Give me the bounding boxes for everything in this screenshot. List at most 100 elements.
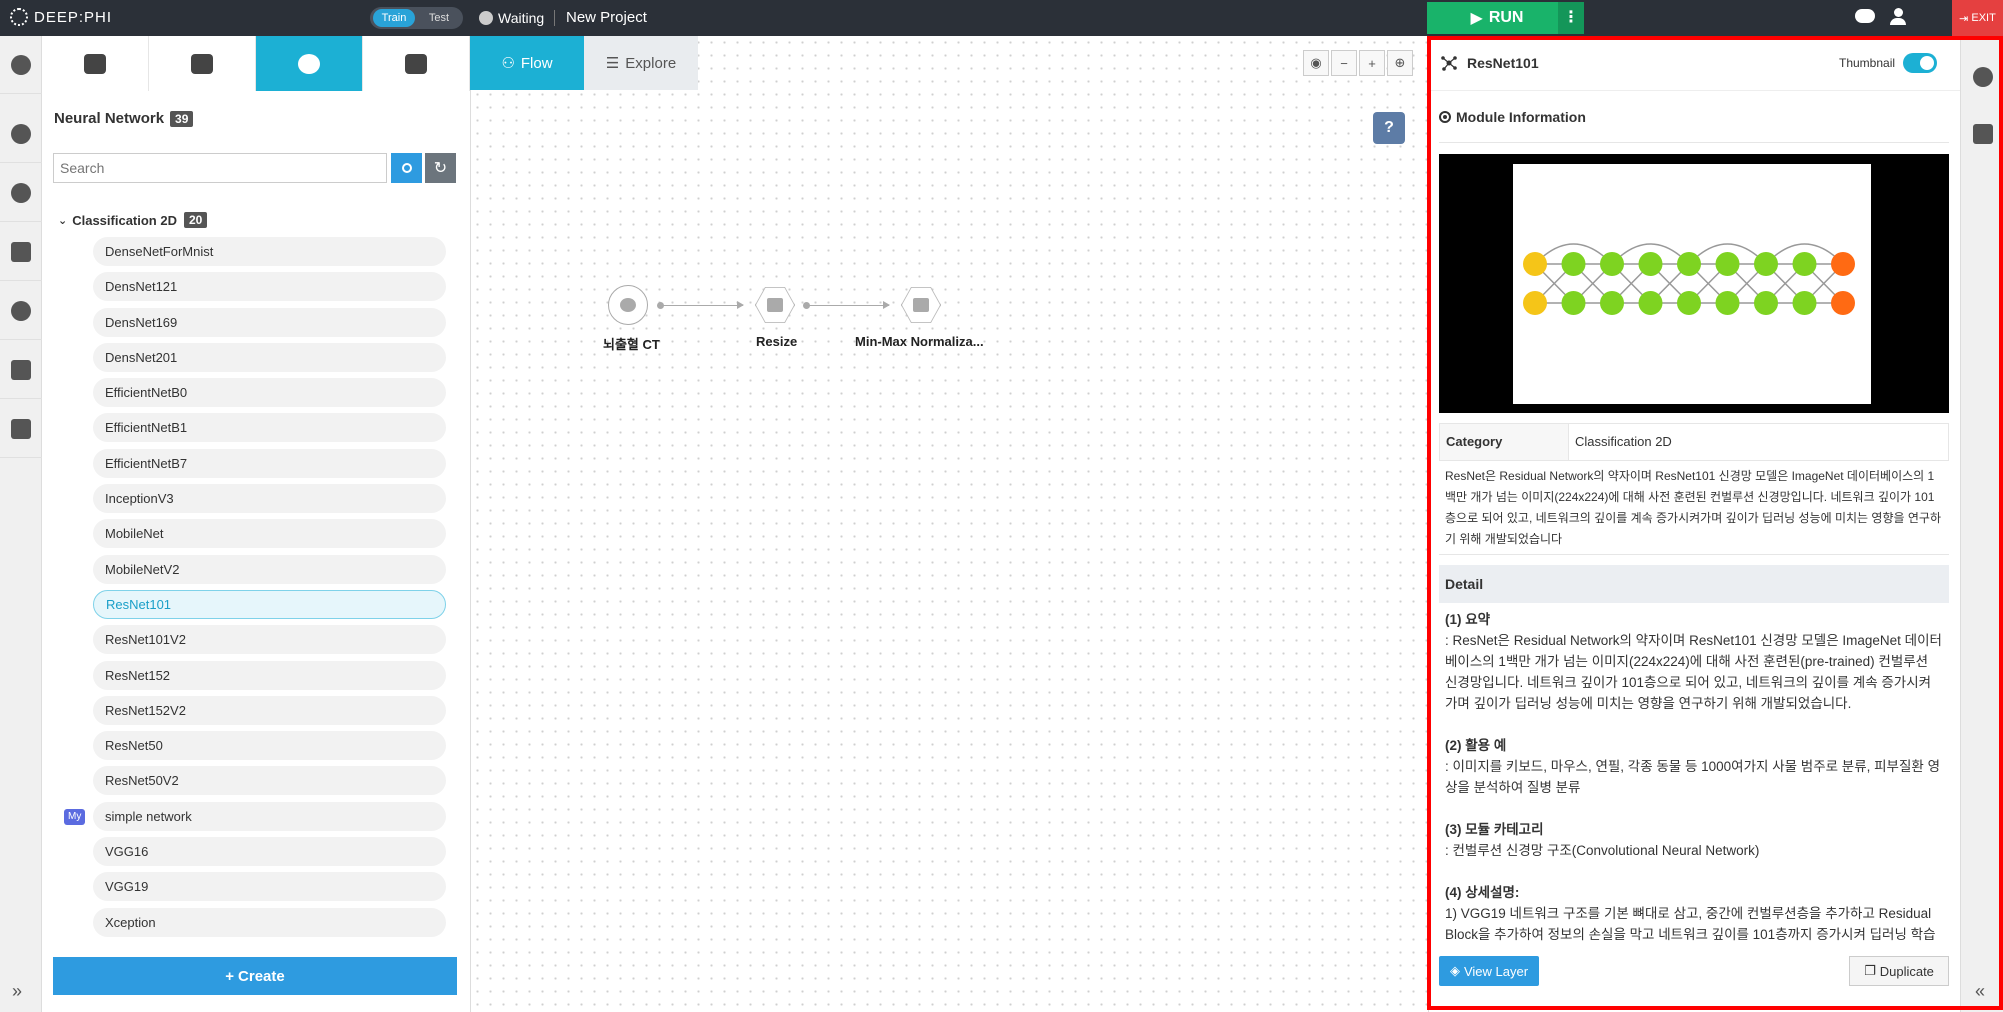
mode-train[interactable]: Train — [373, 9, 415, 27]
zoom-in-icon[interactable]: + — [1359, 50, 1385, 76]
zoom-out-icon[interactable]: − — [1331, 50, 1357, 76]
detail-text: 1) VGG19 네트워크 구조를 기본 뼈대로 삼고, 중간에 컨벌루션층을 … — [1445, 906, 1936, 942]
node-shape — [608, 285, 648, 325]
project-name[interactable]: New Project — [566, 9, 647, 26]
zoom-controls: ◉ − + ⊕ — [1303, 50, 1413, 76]
mode-test[interactable]: Test — [418, 9, 460, 27]
tab-tools[interactable] — [363, 36, 470, 91]
list-item[interactable]: ResNet101 — [93, 589, 446, 619]
group-header[interactable]: ⌄ Classification 2D 20 — [58, 212, 208, 228]
rrail-info[interactable] — [1961, 49, 2003, 104]
node-inner — [756, 287, 794, 323]
exit-button[interactable]: ⇥ EXIT — [1952, 0, 2003, 36]
list-item[interactable]: ResNet152 — [93, 660, 446, 690]
detail-section: (2) 활용 예: 이미지를 키보드, 마우스, 연필, 각종 동물 등 100… — [1445, 735, 1943, 798]
collapse-icon[interactable]: « — [1975, 981, 1985, 1002]
flow-node-resize[interactable] — [754, 284, 796, 326]
diagram-node — [1677, 252, 1701, 276]
module-description: ResNet은 Residual Network의 약자이며 ResNet101… — [1439, 466, 1949, 555]
list-item[interactable]: DensNet201 — [93, 342, 446, 372]
flow-edge — [661, 301, 744, 309]
rail-info[interactable] — [0, 282, 42, 340]
network-icon — [1441, 56, 1457, 71]
flow-node-dataset[interactable] — [607, 284, 649, 326]
list-item[interactable]: DensNet169 — [93, 307, 446, 337]
detail-text: : 이미지를 키보드, 마우스, 연필, 각종 동물 등 1000여가지 사물 … — [1445, 759, 1940, 795]
search-input[interactable] — [53, 153, 387, 183]
flow-node-normalize[interactable] — [900, 284, 942, 326]
list-item[interactable]: simple network My — [64, 801, 446, 831]
diagram-node — [1715, 291, 1740, 315]
list-item[interactable]: EfficientNetB0 — [93, 378, 446, 408]
upload-icon — [11, 241, 31, 262]
my-tag: My — [64, 808, 86, 825]
list-item[interactable]: InceptionV3 — [93, 484, 446, 514]
rail-history[interactable] — [0, 164, 42, 222]
history-icon — [11, 182, 31, 203]
list-item-label: DensNet201 — [105, 349, 178, 365]
list-item-label: ResNet152 — [105, 667, 171, 683]
canvas-tabs: ⚇ Flow ☰ Explore — [470, 36, 698, 90]
list-item[interactable]: MobileNetV2 — [93, 554, 446, 584]
status-text: Waiting — [498, 10, 545, 26]
diagram-node — [1754, 252, 1778, 276]
view-layer-button[interactable]: ◈ View Layer — [1439, 956, 1539, 986]
tab-flow[interactable]: ⚇ Flow — [470, 36, 584, 90]
detail-section: (4) 상세설명: 1) VGG19 네트워크 구조를 기본 뼈대로 삼고, 중간… — [1445, 882, 1943, 945]
rail-user[interactable] — [0, 105, 42, 163]
tab-image[interactable] — [149, 36, 256, 91]
list-item[interactable]: VGG19 — [93, 872, 446, 902]
rail-tools[interactable] — [0, 341, 42, 399]
logo-icon — [10, 8, 28, 26]
create-button[interactable]: + Create — [53, 957, 457, 995]
list-item[interactable]: ResNet152V2 — [93, 695, 446, 725]
list-item[interactable]: DensNet121 — [93, 272, 446, 302]
mode-toggle[interactable]: Train Test — [370, 7, 463, 29]
list-item[interactable]: ResNet50V2 — [93, 766, 446, 796]
help-button[interactable]: ? — [1373, 112, 1405, 144]
flow-canvas[interactable] — [470, 36, 1428, 1012]
node-inner — [902, 287, 940, 323]
rrail-checklist[interactable] — [1961, 106, 2003, 161]
rail-checklist[interactable] — [0, 400, 42, 458]
list-item-label: DenseNetForMnist — [105, 244, 214, 259]
list-item-label: InceptionV3 — [105, 491, 174, 507]
user-icon[interactable] — [1890, 8, 1906, 26]
left-rail: » — [0, 36, 42, 1012]
diagram-node — [1677, 291, 1701, 315]
rail-modules[interactable] — [0, 36, 42, 94]
duplicate-button[interactable]: ❐ Duplicate — [1849, 956, 1949, 986]
network-diagram — [1523, 243, 1855, 315]
tab-explore[interactable]: ☰ Explore — [584, 36, 698, 90]
camera-icon[interactable]: ◉ — [1303, 50, 1329, 76]
run-options-button[interactable]: ⋮ — [1558, 2, 1584, 34]
list-item[interactable]: DenseNetForMnist — [93, 237, 446, 266]
detail-body[interactable]: (1) 요약: ResNet은 Residual Network의 약자이며 R… — [1439, 603, 1949, 957]
list-item-label: ResNet101V2 — [105, 632, 186, 648]
rail-upload[interactable] — [0, 223, 42, 281]
thumbnail-toggle[interactable] — [1903, 53, 1937, 73]
list-item[interactable]: EfficientNetB1 — [93, 413, 446, 443]
category-value: Classification 2D — [1568, 424, 1672, 460]
tab-database[interactable] — [42, 36, 149, 91]
tab-network[interactable] — [256, 36, 363, 91]
zoom-fit-icon[interactable]: ⊕ — [1387, 50, 1413, 76]
status-dot-icon — [479, 11, 493, 25]
module-title: ResNet101 — [1467, 55, 1539, 71]
run-button[interactable]: ▶ RUN — [1427, 2, 1567, 34]
refresh-button[interactable]: ↻ — [425, 153, 456, 183]
list-item[interactable]: EfficientNetB7 — [93, 448, 446, 478]
list-item-label: MobileNet — [105, 526, 164, 542]
list-item[interactable]: ResNet101V2 — [93, 625, 446, 655]
list-item-label: EfficientNetB0 — [105, 385, 188, 401]
list-item[interactable]: VGG16 — [93, 837, 446, 867]
list-item-label: VGG19 — [105, 879, 149, 895]
list-item[interactable]: MobileNet — [93, 519, 446, 549]
list-item[interactable]: ResNet50 — [93, 731, 446, 761]
expand-icon[interactable]: » — [12, 981, 22, 1002]
list-item[interactable]: Xception — [93, 907, 446, 937]
thumbnail-canvas — [1513, 164, 1871, 404]
search-button[interactable] — [391, 153, 422, 183]
group-label: Classification 2D — [72, 212, 177, 228]
cloud-download-icon[interactable] — [1855, 9, 1875, 23]
